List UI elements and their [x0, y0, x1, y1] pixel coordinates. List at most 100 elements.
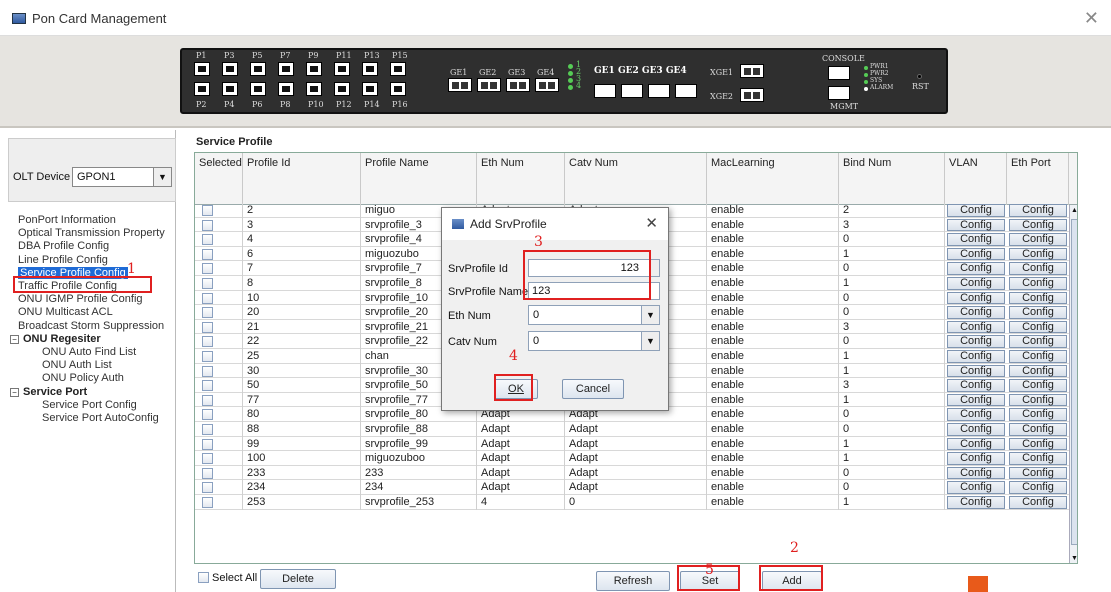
scroll-up-icon[interactable]: ▲ [1070, 205, 1077, 217]
vlan-config-button[interactable]: Config [947, 437, 1005, 451]
vlan-config-button[interactable]: Config [947, 350, 1005, 363]
row-checkbox[interactable] [202, 234, 213, 246]
mgmt-port[interactable] [828, 86, 850, 100]
eth-port-config-button[interactable]: Config [1009, 364, 1067, 378]
tree-item-onu-multicast-acl[interactable]: ONU Multicast ACL [18, 306, 113, 318]
column-header[interactable]: Profile Id [243, 153, 361, 205]
pon-port-top[interactable] [306, 62, 322, 76]
dialog-close-icon[interactable]: ✕ [645, 214, 658, 232]
pon-port-bottom[interactable] [306, 82, 322, 96]
scrollbar-thumb[interactable] [1071, 219, 1077, 545]
vlan-config-button[interactable]: Config [947, 277, 1005, 290]
console-port[interactable] [828, 66, 850, 80]
eth-port-config-button[interactable]: Config [1009, 466, 1067, 480]
id-spinner[interactable] [650, 259, 660, 277]
tree-item-onu[interactable]: ONU Auto Find List [42, 346, 136, 358]
tree-item-service-port[interactable]: Service Port Config [42, 399, 137, 411]
ge-sfp-port[interactable] [506, 78, 530, 92]
eth-port-config-button[interactable]: Config [1009, 306, 1067, 319]
xge2-port[interactable] [740, 88, 764, 102]
row-checkbox[interactable] [202, 263, 213, 275]
pon-port-bottom[interactable] [278, 82, 294, 96]
pon-port-top[interactable] [362, 62, 378, 76]
vlan-config-button[interactable]: Config [947, 320, 1005, 334]
eth-num-combo[interactable]: 0 ▼ [528, 305, 660, 325]
select-all-checkbox[interactable] [198, 572, 209, 583]
eth-port-config-button[interactable]: Config [1009, 262, 1067, 275]
row-checkbox[interactable] [202, 467, 213, 479]
tree-group-onu-regesiter[interactable]: − ONU Regesiter [10, 333, 101, 345]
pon-port-bottom[interactable] [250, 82, 266, 96]
cancel-button[interactable]: Cancel [562, 379, 624, 399]
row-checkbox[interactable] [202, 424, 213, 435]
pon-port-bottom[interactable] [362, 82, 378, 96]
column-header[interactable]: Profile Name [361, 153, 477, 205]
column-header[interactable]: Bind Num [839, 153, 945, 205]
eth-port-config-button[interactable]: Config [1009, 481, 1067, 494]
collapse-icon[interactable]: − [10, 334, 19, 344]
ge-sfp-port[interactable] [448, 78, 472, 92]
eth-port-config-button[interactable]: Config [1009, 393, 1067, 407]
vlan-config-button[interactable]: Config [947, 496, 1005, 509]
eth-port-config-button[interactable]: Config [1009, 408, 1067, 421]
vlan-config-button[interactable]: Config [947, 481, 1005, 494]
column-header[interactable]: Selected [195, 153, 243, 205]
delete-button[interactable]: Delete [260, 569, 336, 589]
window-close-icon[interactable]: ✕ [1084, 8, 1099, 29]
row-checkbox[interactable] [202, 497, 213, 508]
collapse-icon[interactable]: − [10, 387, 19, 397]
eth-port-config-button[interactable]: Config [1009, 350, 1067, 363]
vlan-config-button[interactable]: Config [947, 291, 1005, 305]
pon-port-top[interactable] [390, 62, 406, 76]
row-checkbox[interactable] [202, 248, 213, 260]
olt-device-combo[interactable]: GPON1 ▼ [72, 167, 172, 187]
chevron-down-icon[interactable]: ▼ [641, 332, 659, 350]
pon-port-top[interactable] [194, 62, 210, 76]
refresh-button[interactable]: Refresh [596, 571, 670, 591]
row-checkbox[interactable] [202, 409, 213, 421]
pon-port-bottom[interactable] [222, 82, 238, 96]
scroll-down-icon[interactable]: ▼ [1070, 553, 1077, 563]
table-row[interactable]: 88 srvprofile_88 Adapt Adapt enable 0 Config Co… [195, 422, 1069, 437]
table-row[interactable]: 253 srvprofile_253 4 0 enable 1 Config Config [195, 495, 1069, 510]
row-checkbox[interactable] [202, 292, 213, 304]
pon-port-top[interactable] [222, 62, 238, 76]
pon-port-top[interactable] [250, 62, 266, 76]
pon-port-bottom[interactable] [390, 82, 406, 96]
eth-port-config-button[interactable]: Config [1009, 379, 1067, 392]
row-checkbox[interactable] [202, 482, 213, 494]
chevron-down-icon[interactable]: ▼ [641, 306, 659, 324]
row-checkbox[interactable] [202, 278, 213, 289]
table-row[interactable]: 233 233 Adapt Adapt enable 0 Config Config [195, 465, 1069, 481]
pon-port-bottom[interactable] [334, 82, 350, 96]
tree-item-dba-profile-config[interactable]: DBA Profile Config [18, 240, 109, 252]
eth-port-config-button[interactable]: Config [1009, 335, 1067, 348]
vlan-config-button[interactable]: Config [947, 408, 1005, 421]
vlan-config-button[interactable]: Config [947, 393, 1005, 407]
vlan-config-button[interactable]: Config [947, 204, 1005, 217]
column-header[interactable]: MacLearning [707, 153, 839, 205]
vlan-config-button[interactable]: Config [947, 466, 1005, 480]
column-header[interactable]: Catv Num [565, 153, 707, 205]
vlan-config-button[interactable]: Config [947, 306, 1005, 319]
pon-port-top[interactable] [334, 62, 350, 76]
eth-port-config-button[interactable]: Config [1009, 452, 1067, 465]
eth-port-config-button[interactable]: Config [1009, 204, 1067, 217]
row-checkbox[interactable] [202, 438, 213, 450]
vlan-config-button[interactable]: Config [947, 335, 1005, 348]
eth-port-config-button[interactable]: Config [1009, 277, 1067, 290]
table-row[interactable]: 100 miguozuboo Adapt Adapt enable 1 Config Conf… [195, 451, 1069, 466]
vlan-config-button[interactable]: Config [947, 262, 1005, 275]
row-checkbox[interactable] [202, 219, 213, 231]
eth-port-config-button[interactable]: Config [1009, 496, 1067, 509]
eth-port-config-button[interactable]: Config [1009, 218, 1067, 232]
tree-item-optical-transmission-property[interactable]: Optical Transmission Property [18, 227, 165, 239]
xge1-port[interactable] [740, 64, 764, 78]
ge-rj45-port[interactable] [675, 84, 697, 98]
chevron-down-icon[interactable]: ▼ [153, 168, 171, 186]
ge-sfp-port[interactable] [535, 78, 559, 92]
column-header[interactable]: Eth Num [477, 153, 565, 205]
row-checkbox[interactable] [202, 365, 213, 377]
rst-button-dot[interactable] [917, 74, 922, 79]
eth-port-config-button[interactable]: Config [1009, 247, 1067, 261]
